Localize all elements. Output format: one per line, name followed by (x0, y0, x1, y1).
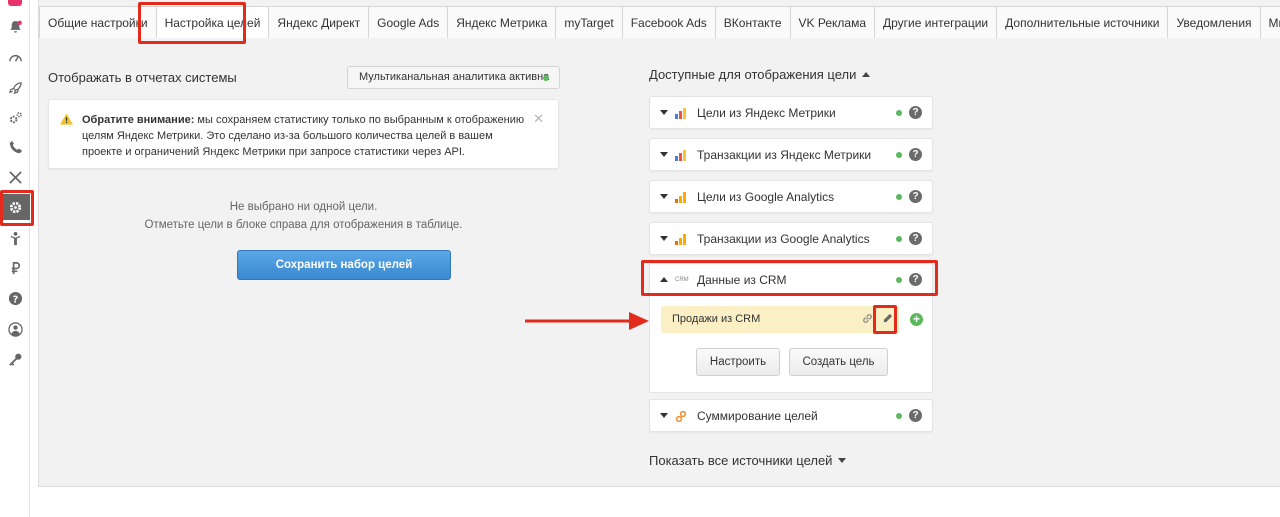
tab-yandex-metrika[interactable]: Яндекс Метрика (447, 6, 557, 38)
source-goal-summation[interactable]: Суммирование целей ? (649, 399, 933, 432)
help-icon[interactable]: ? (909, 106, 922, 119)
pencil-edit-icon[interactable] (882, 313, 893, 324)
configure-button[interactable]: Настроить (696, 348, 780, 376)
left-sidebar: ? (0, 0, 30, 517)
available-goals-title[interactable]: Доступные для отображения цели (649, 67, 871, 82)
help-icon[interactable]: ? (0, 285, 30, 311)
status-dot (896, 413, 902, 419)
goal-row-crm-sales[interactable]: Продажи из CRM (661, 306, 899, 333)
brand-mark (8, 0, 22, 6)
status-dot (896, 277, 902, 283)
main-content: Общие настройки Настройка целей Яндекс Д… (38, 0, 1280, 487)
summation-link-icon (675, 411, 687, 422)
collapse-triangle-icon[interactable] (660, 277, 668, 282)
multichannel-status-badge[interactable]: Мультиканальная аналитика активна (347, 66, 560, 89)
google-analytics-icon (675, 234, 686, 245)
tab-google-ads[interactable]: Google Ads (368, 6, 449, 38)
empty-message-line2: Отметьте цели в блоке справа для отображ… (144, 219, 463, 231)
source-yandex-metrika-goals[interactable]: Цели из Яндекс Метрики ? (649, 96, 933, 129)
empty-message-line1: Не выбрано ни одной цели. (229, 201, 378, 213)
tab-goal-settings[interactable]: Настройка целей (155, 6, 270, 38)
help-icon[interactable]: ? (909, 190, 922, 203)
dashboard-gauge-icon[interactable] (0, 44, 30, 70)
save-goal-set-button[interactable]: Сохранить набор целей (237, 250, 451, 280)
tab-mytarget[interactable]: myTarget (555, 6, 623, 38)
caret-down-icon (838, 458, 847, 463)
metrika-chart-icon (675, 150, 686, 161)
help-icon[interactable]: ? (909, 273, 922, 286)
expand-triangle-icon[interactable] (660, 152, 668, 157)
add-goal-plus-icon[interactable]: + (910, 313, 923, 326)
source-crm-data[interactable]: CRM Данные из CRM ? (649, 263, 933, 296)
report-goals-title: Отображать в отчетах системы (48, 70, 237, 85)
help-icon[interactable]: ? (909, 409, 922, 422)
expand-triangle-icon[interactable] (660, 413, 668, 418)
show-all-sources-link[interactable]: Показать все источники целей (649, 453, 847, 468)
multichannel-label: Мультиканальная аналитика активна (359, 71, 550, 83)
settings-tabs: Общие настройки Настройка целей Яндекс Д… (39, 6, 1280, 38)
notice-text: Обратите внимание: мы сохраняем статисти… (82, 114, 525, 158)
person-icon[interactable] (0, 225, 30, 251)
tab-multipliers[interactable]: Множители (1259, 6, 1280, 38)
expand-triangle-icon[interactable] (660, 194, 668, 199)
crm-icon: CRM (675, 277, 689, 283)
status-dot (896, 110, 902, 116)
status-dot (896, 236, 902, 242)
ruble-icon[interactable] (0, 255, 30, 281)
key-icon[interactable] (0, 346, 30, 372)
annotation-arrow-icon (525, 312, 649, 330)
status-dot (896, 152, 902, 158)
link-icon[interactable] (862, 313, 873, 324)
help-icon[interactable]: ? (909, 232, 922, 245)
tab-other-integrations[interactable]: Другие интеграции (874, 6, 998, 38)
tab-vkontakte[interactable]: ВКонтакте (714, 6, 791, 38)
warning-icon (60, 113, 73, 125)
tab-additional-sources[interactable]: Дополнительные источники (996, 6, 1169, 38)
status-dot (543, 75, 549, 81)
source-yandex-metrika-transactions[interactable]: Транзакции из Яндекс Метрики ? (649, 138, 933, 171)
metrika-chart-icon (675, 108, 686, 119)
settings-gear-icon[interactable] (0, 194, 30, 220)
tab-yandex-direct[interactable]: Яндекс Директ (268, 6, 370, 38)
source-google-analytics-transactions[interactable]: Транзакции из Google Analytics ? (649, 222, 933, 255)
tab-vk-reklama[interactable]: VK Реклама (789, 6, 876, 38)
user-profile-icon[interactable] (0, 316, 30, 342)
caret-up-icon (862, 72, 871, 77)
close-icon[interactable]: ✕ (533, 111, 544, 127)
tab-facebook-ads[interactable]: Facebook Ads (621, 6, 716, 38)
status-dot (896, 194, 902, 200)
svg-text:?: ? (12, 294, 17, 305)
help-icon[interactable]: ? (909, 148, 922, 161)
tab-general-settings[interactable]: Общие настройки (39, 6, 157, 38)
gears-icon[interactable] (0, 105, 30, 131)
phone-icon[interactable] (0, 134, 30, 160)
source-google-analytics-goals[interactable]: Цели из Google Analytics ? (649, 180, 933, 213)
tab-notifications[interactable]: Уведомления (1167, 6, 1261, 38)
expand-triangle-icon[interactable] (660, 110, 668, 115)
crm-goals-panel: Продажи из CRM + Настроить Создать цель (649, 296, 933, 393)
rocket-icon[interactable] (0, 75, 30, 101)
expand-triangle-icon[interactable] (660, 236, 668, 241)
tools-icon[interactable] (0, 164, 30, 190)
google-analytics-icon (675, 192, 686, 203)
notice-box: Обратите внимание: мы сохраняем статисти… (48, 99, 559, 169)
bell-icon[interactable] (0, 14, 30, 40)
create-goal-button[interactable]: Создать цель (789, 348, 888, 376)
